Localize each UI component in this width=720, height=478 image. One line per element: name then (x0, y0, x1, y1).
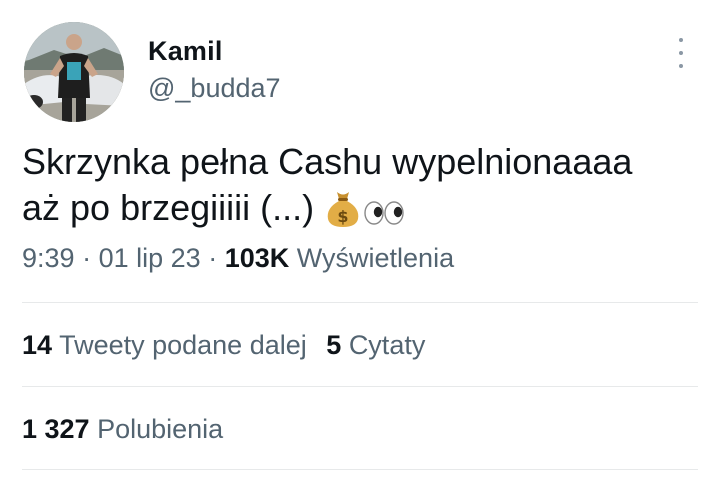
user-photo-icon (24, 22, 124, 122)
tweet-text-line-2-text: aż po brzegiiiii (...) (22, 187, 315, 228)
retweets-stat[interactable]: 14 Tweety podane dalej (22, 330, 314, 360)
tweet-meta: 9:39 · 01 lip 23 · 103K Wyświetlenia (22, 243, 454, 274)
engagement-stats-row: 14 Tweety podane dalej 5 Cytaty (22, 330, 425, 361)
divider (22, 386, 698, 387)
author-handle[interactable]: @_budda7 (148, 73, 281, 104)
quotes-count: 5 (326, 330, 342, 360)
meta-separator: · (82, 243, 92, 273)
likes-stat[interactable]: 1 327 Polubienia (22, 414, 223, 444)
quotes-stat[interactable]: 5 Cytaty (326, 330, 425, 360)
more-options-icon[interactable] (674, 38, 688, 68)
meta-separator: · (208, 243, 218, 273)
author-display-name[interactable]: Kamil (148, 36, 223, 67)
tweet-date[interactable]: 01 lip 23 (99, 243, 201, 273)
divider (22, 469, 698, 470)
quotes-label: Cytaty (348, 330, 426, 360)
views-label: Wyświetlenia (296, 243, 455, 273)
tweet-text-line-2: aż po brzegiiiii (...) $ (22, 185, 702, 239)
divider (22, 302, 698, 303)
retweets-label: Tweety podane dalej (59, 330, 307, 360)
eyes-icon (362, 193, 406, 239)
likes-count: 1 327 (22, 414, 90, 444)
tweet-text: Skrzynka pełna Cashu wypelnionaaaa aż po… (22, 139, 702, 239)
views-count: 103K (224, 243, 290, 273)
money-bag-icon: $ (324, 188, 362, 239)
tweet-text-line-1: Skrzynka pełna Cashu wypelnionaaaa (22, 141, 633, 182)
likes-stats-row: 1 327 Polubienia (22, 414, 223, 445)
retweets-count: 14 (22, 330, 53, 360)
svg-text:$: $ (338, 207, 349, 226)
likes-label: Polubienia (97, 414, 224, 444)
avatar[interactable] (24, 22, 124, 122)
tweet-time[interactable]: 9:39 (22, 243, 75, 273)
